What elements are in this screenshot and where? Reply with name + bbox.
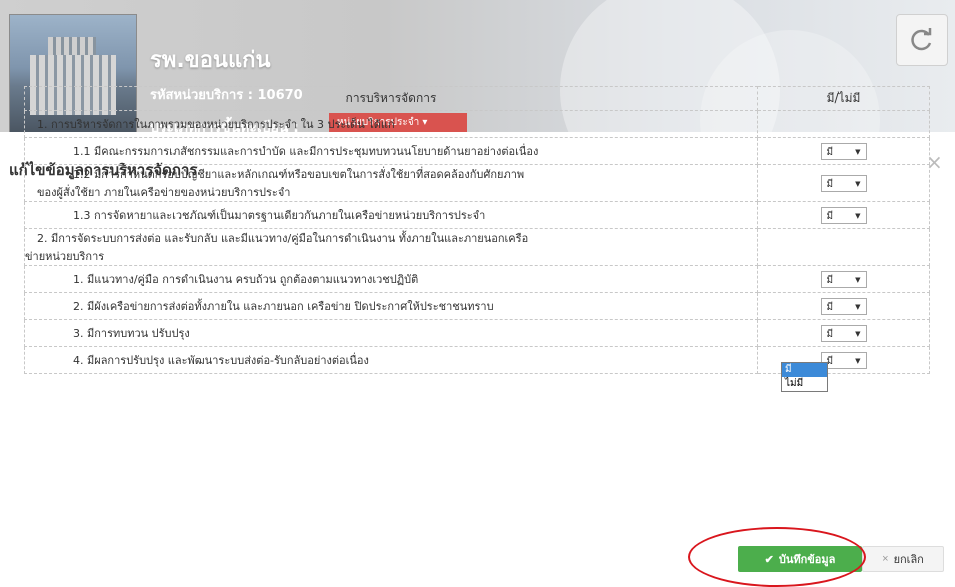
row-item-line: 1.2 มีการกำหนดกรอบบัญชียาและหลักเกณฑ์หรื… [73,168,525,181]
status-select[interactable]: มี ▼ [820,174,867,192]
row-status-cell: มี ▼ [757,201,930,229]
row-item-text: 1.3 การจัดหายาและเวชภัณฑ์เป็นมาตรฐานเดีย… [24,201,758,229]
row-status-cell: มี ▼ [757,292,930,320]
row-status-cell [757,228,930,266]
row-status-cell: มี ▼ [757,265,930,293]
row-item-line: 1. มีแนวทาง/คู่มือ การดำเนินงาน ครบถ้วน … [73,273,419,286]
row-item-text: 4. มีผลการปรับปรุง และพัฒนาระบบส่งต่อ-รั… [24,346,758,374]
save-button[interactable]: ✔ บันทึกข้อมูล [738,546,862,572]
status-select[interactable]: มี ▼ [820,206,867,224]
row-item-line: 2. มีผังเครือข่ายการส่งต่อทั้งภายใน และภ… [73,300,494,313]
row-item-text: 1.2 มีการกำหนดกรอบบัญชียาและหลักเกณฑ์หรื… [24,164,758,202]
status-select-value: มี [826,301,834,313]
status-select-value: มี [826,178,834,190]
table-row: 1.2 มีการกำหนดกรอบบัญชียาและหลักเกณฑ์หรื… [24,164,930,202]
row-item-line: 4. มีผลการปรับปรุง และพัฒนาระบบส่งต่อ-รั… [73,354,369,367]
row-item-line: ของผู้สั่งใช้ยา ภายในเครือข่ายของหน่วยบร… [37,186,291,199]
row-status-cell: มี ▼ [757,319,930,347]
status-select[interactable]: มี ▼ [820,142,867,160]
status-select[interactable]: มี ▼ [820,324,867,342]
dropdown-option[interactable]: ไม่มี [782,377,827,391]
status-select[interactable]: มี ▼ [820,270,867,288]
cancel-button[interactable]: × ยกเลิก [862,546,944,572]
row-status-cell [757,110,930,138]
table-row: 2. มีการจัดระบบการส่งต่อ และรับกลับ และม… [24,228,930,266]
check-icon: ✔ [764,553,774,566]
row-item-text: 2. มีการจัดระบบการส่งต่อ และรับกลับ และม… [24,228,758,266]
row-item-text: 2. มีผังเครือข่ายการส่งต่อทั้งภายใน และภ… [24,292,758,320]
table-header-row: การบริหารจัดการ มี/ไม่มี [24,86,930,111]
status-select-value: มี [826,328,834,340]
dropdown-option[interactable]: มี [782,363,827,377]
table-row: 1. มีแนวทาง/คู่มือ การดำเนินงาน ครบถ้วน … [24,265,930,293]
row-item-text: 3. มีการทบทวน ปรับปรุง [24,319,758,347]
cancel-button-label: ยกเลิก [893,554,924,566]
row-item-text: 1. การบริหารจัดการในภาพรวมของหน่วยบริการ… [24,110,758,138]
column-header-status: มี/ไม่มี [757,86,930,111]
row-item-line: 1.3 การจัดหายาและเวชภัณฑ์เป็นมาตรฐานเดีย… [73,209,486,222]
save-button-label: บันทึกข้อมูล [778,554,836,566]
chevron-down-icon: ▼ [855,147,861,156]
table-row: 2. มีผังเครือข่ายการส่งต่อทั้งภายใน และภ… [24,292,930,320]
close-icon: × [882,553,889,565]
table-row: 1.3 การจัดหายาและเวชภัณฑ์เป็นมาตรฐานเดีย… [24,201,930,229]
status-select-value: มี [826,146,834,158]
status-select[interactable]: มี ▼ [820,297,867,315]
table-row: 1. การบริหารจัดการในภาพรวมของหน่วยบริการ… [24,110,930,138]
refresh-button[interactable] [896,14,948,66]
row-item-text: 1.1 มีคณะกรรมการเภสัชกรรมและการบำบัด และ… [24,137,758,165]
status-select-value: มี [826,210,834,222]
row-item-line: 3. มีการทบทวน ปรับปรุง [73,327,190,340]
row-status-cell: มี ▼ [757,164,930,202]
row-status-cell: มี ▼ [757,137,930,165]
chevron-down-icon: ▼ [855,179,861,188]
row-item-line: 2. มีการจัดระบบการส่งต่อ และรับกลับ และม… [37,232,529,245]
management-table: การบริหารจัดการ มี/ไม่มี 1. การบริหารจัด… [24,86,930,374]
chevron-down-icon: ▼ [855,211,861,220]
column-header-item: การบริหารจัดการ [24,86,758,111]
refresh-icon [911,28,932,51]
hospital-name: รพ.ขอนแก่น [150,48,271,73]
status-dropdown-list[interactable]: มี ไม่มี [781,362,828,392]
chevron-down-icon: ▼ [855,275,861,284]
row-item-line: ข่ายหน่วยบริการ [25,250,105,263]
row-item-line: 1. การบริหารจัดการในภาพรวมของหน่วยบริการ… [37,118,395,131]
chevron-down-icon: ▼ [855,329,861,338]
table-row: 1.1 มีคณะกรรมการเภสัชกรรมและการบำบัด และ… [24,137,930,165]
chevron-down-icon: ▼ [855,356,861,365]
building-shape [48,37,96,57]
chevron-down-icon: ▼ [855,302,861,311]
table-row: 3. มีการทบทวน ปรับปรุง มี ▼ [24,319,930,347]
row-item-line: 1.1 มีคณะกรรมการเภสัชกรรมและการบำบัด และ… [73,145,539,158]
status-select-value: มี [826,274,834,286]
row-item-text: 1. มีแนวทาง/คู่มือ การดำเนินงาน ครบถ้วน … [24,265,758,293]
